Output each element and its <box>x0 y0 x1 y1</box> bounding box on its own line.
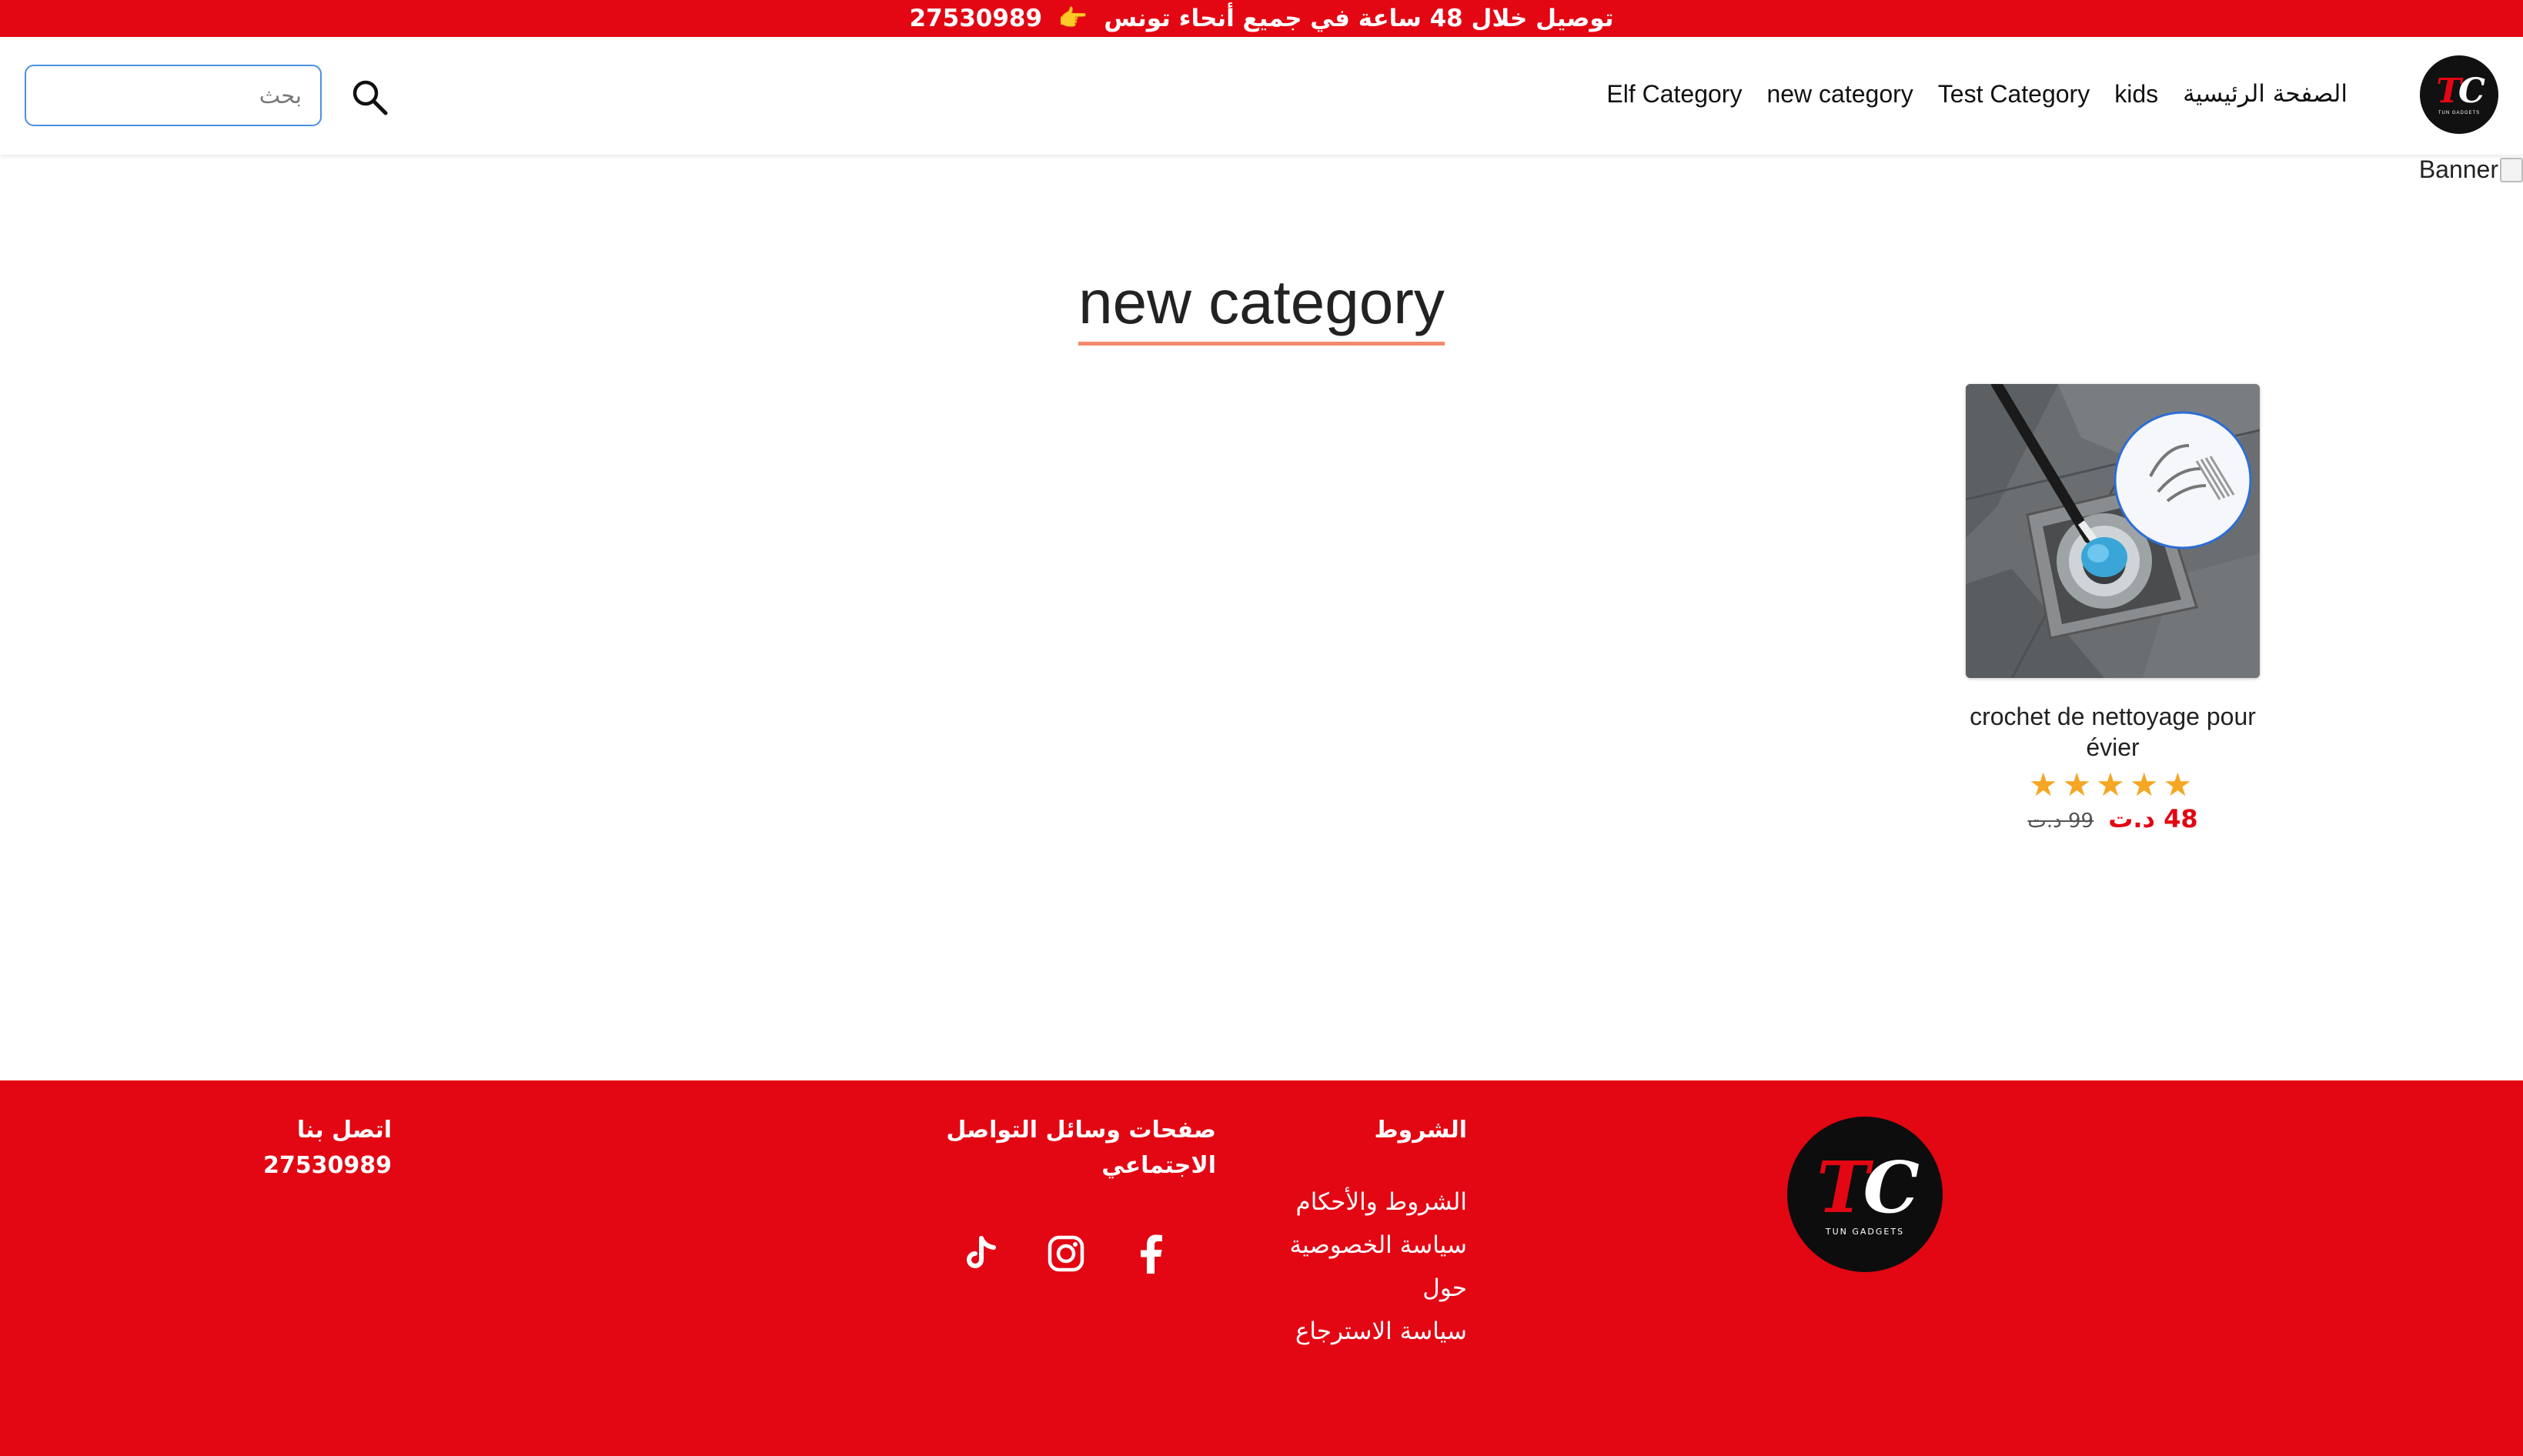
announcement-phone: 27530989 <box>909 5 1043 32</box>
announcement-text: توصيل خلال 48 ساعة في جميع أنحاء تونس <box>1104 5 1614 32</box>
site-logo[interactable]: TC TUN GADGETS <box>2420 55 2498 134</box>
category-title-wrap: new category <box>0 268 2523 346</box>
facebook-icon <box>1141 1234 1162 1274</box>
product-prices: 48 د.ت 99 د.ت <box>1966 804 2260 833</box>
broken-image-icon <box>2500 157 2523 182</box>
nav-item-test-category[interactable]: Test Category <box>1938 75 2090 112</box>
footer-link-refund[interactable]: سياسة الاسترجاع <box>1221 1310 1467 1353</box>
footer-terms-column: الشروط الشروط والأحكام سياسة الخصوصية حو… <box>1221 1113 1468 1353</box>
product-name[interactable]: crochet de nettoyage pour évier <box>1966 701 2260 763</box>
tiktok-icon <box>967 1236 996 1268</box>
footer-social-title: صفحات وسائل التواصل الاجتماعي <box>946 1117 1216 1179</box>
search-icon <box>353 80 388 115</box>
footer-terms-title: الشروط <box>1374 1117 1467 1144</box>
nav-item-kids[interactable]: kids <box>2114 75 2158 112</box>
product-price: 48 د.ت <box>2108 804 2198 833</box>
nav-item-elf-category[interactable]: Elf Category <box>1606 75 1742 112</box>
search-input[interactable] <box>25 65 322 126</box>
product-card[interactable]: crochet de nettoyage pour évier ★★★★★ 48… <box>1966 384 2260 833</box>
footer-link-about[interactable]: حول <box>1221 1267 1467 1310</box>
footer-contact-title: اتصل بنا <box>296 1117 392 1144</box>
footer-social-column: صفحات وسائل التواصل الاجتماعي <box>939 1113 1216 1281</box>
footer-logo[interactable]: TC TUN GADGETS <box>1787 1117 1943 1272</box>
facebook-link[interactable] <box>1108 1227 1193 1281</box>
instagram-link[interactable] <box>1024 1227 1108 1281</box>
footer-contact-column: اتصل بنا 27530989 <box>263 1113 392 1184</box>
banner-image: Banner <box>2419 155 2523 184</box>
site-header: TC TUN GADGETS الصفحة الرئيسية kids Test… <box>0 37 2523 155</box>
search-button[interactable] <box>346 74 393 120</box>
star-rating: ★★★★★ <box>2028 766 2197 803</box>
product-old-price: 99 د.ت <box>2027 810 2094 833</box>
instagram-icon <box>1048 1235 1084 1272</box>
social-icons <box>939 1227 1216 1281</box>
footer-link-terms[interactable]: الشروط والأحكام <box>1221 1180 1468 1224</box>
nav-item-new-category[interactable]: new category <box>1766 75 1913 112</box>
main-nav: الصفحة الرئيسية kids Test Category new c… <box>1606 75 2348 112</box>
page-title: new category <box>1078 268 1445 346</box>
pointing-hand-icon: 👉 <box>1058 5 1088 32</box>
footer-link-privacy[interactable]: سياسة الخصوصية <box>1221 1224 1468 1267</box>
product-image[interactable] <box>1966 384 2260 678</box>
site-footer: TC TUN GADGETS الشروط الشروط والأحكام سي… <box>0 1080 2523 1456</box>
tiktok-link[interactable] <box>939 1227 1024 1281</box>
footer-contact-phone[interactable]: 27530989 <box>263 1148 392 1184</box>
announcement-bar: توصيل خلال 48 ساعة في جميع أنحاء تونس 👉 … <box>0 0 2523 37</box>
banner-alt-text: Banner <box>2418 155 2498 183</box>
nav-item-home[interactable]: الصفحة الرئيسية <box>2183 75 2348 112</box>
